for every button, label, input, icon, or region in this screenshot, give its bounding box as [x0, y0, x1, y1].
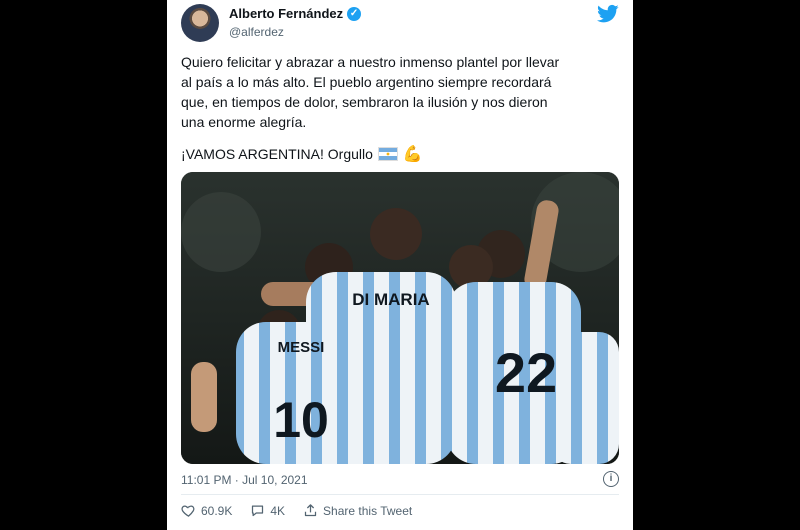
name-row: Alberto Fernández ✓ [229, 6, 362, 21]
reply-icon [252, 505, 264, 517]
tweet-tagline: ¡VAMOS ARGENTINA! Orgullo [181, 146, 373, 162]
divider [181, 494, 619, 495]
verified-badge-icon: ✓ [347, 6, 362, 21]
team-celebration-image: DI MARIA MESSI 10 22 [181, 172, 619, 464]
share-icon [304, 504, 317, 517]
tweet-header: Alberto Fernández ✓ @alferdez [181, 4, 619, 44]
twitter-bird-icon[interactable] [597, 4, 619, 24]
info-icon[interactable]: i [603, 471, 619, 487]
user-name[interactable]: Alberto Fernández [229, 6, 343, 21]
jersey-name-dimaria: DI MARIA [352, 290, 429, 309]
jersey-number-22: 22 [495, 341, 557, 404]
reply-count: 4K [270, 503, 286, 518]
reply-action[interactable]: 4K [250, 503, 285, 518]
share-label: Share this Tweet [323, 503, 413, 518]
tweet-tagline-row: ¡VAMOS ARGENTINA! Orgullo 💪 [181, 144, 621, 164]
like-count: 60.9K [201, 503, 233, 518]
tweet-photo[interactable]: DI MARIA MESSI 10 22 [181, 172, 619, 464]
jersey-number-10: 10 [273, 392, 329, 448]
tweet-timestamp[interactable]: 11:01 PM · Jul 10, 2021 [181, 473, 308, 487]
flexed-biceps-icon: 💪 [402, 146, 423, 163]
tweet-actions: 60.9K 4K Share this Tweet [181, 503, 412, 518]
tweet-text: Quiero felicitar y abrazar a nuestro inm… [181, 54, 560, 130]
tweet-card: Alberto Fernández ✓ @alferdez Quiero fel… [167, 0, 633, 530]
avatar[interactable] [181, 4, 219, 42]
argentina-flag-icon [377, 147, 398, 161]
like-action[interactable]: 60.9K [181, 503, 232, 518]
user-handle[interactable]: @alferdez [229, 25, 284, 39]
jersey-name-messi: MESSI [278, 339, 325, 356]
share-action[interactable]: Share this Tweet [303, 503, 412, 518]
heart-icon [181, 505, 195, 517]
